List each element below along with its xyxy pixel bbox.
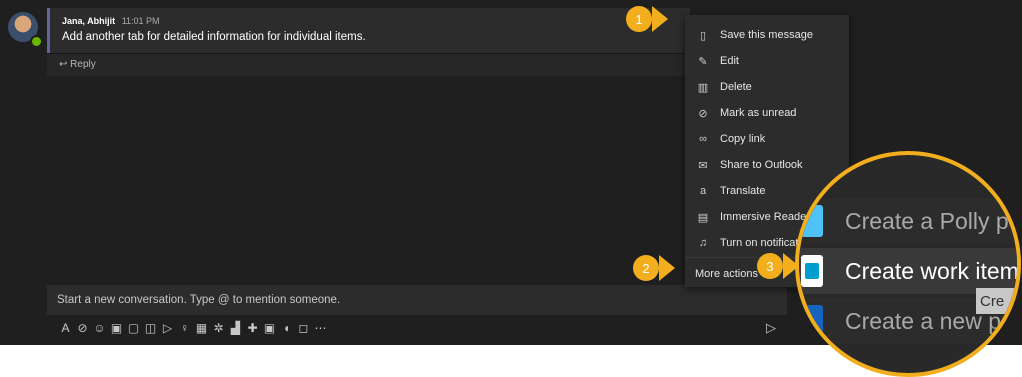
- callout-1: 1: [626, 6, 652, 32]
- compose-input[interactable]: Start a new conversation. Type @ to ment…: [57, 294, 340, 306]
- chat-message[interactable]: Jana, Abhijit 11:01 PM Add another tab f…: [47, 8, 690, 53]
- azure-boards-icon: [801, 255, 823, 287]
- app-icon-6[interactable]: ◻: [295, 318, 312, 338]
- menu-item-mark-unread[interactable]: ⊘ Mark as unread: [685, 100, 849, 126]
- reply-button[interactable]: ↩ Reply: [59, 59, 96, 70]
- app-icon-3[interactable]: ✚: [244, 318, 261, 338]
- tooltip: Cre: [976, 288, 1016, 314]
- gif-icon[interactable]: ▣: [108, 318, 125, 338]
- pencil-icon: ✎: [698, 55, 708, 68]
- menu-item-save[interactable]: ▯ Save this message: [685, 22, 849, 48]
- message-text: Add another tab for detailed information…: [62, 31, 366, 43]
- menu-item-label: Mark as unread: [720, 107, 797, 119]
- compose-box[interactable]: Start a new conversation. Type @ to ment…: [47, 285, 787, 315]
- send-icon[interactable]: ▷: [766, 320, 776, 336]
- app-icon-2[interactable]: ✲: [210, 318, 227, 338]
- zoom-item-polly[interactable]: Create a Polly poll: [799, 198, 1021, 244]
- menu-item-label: Translate: [720, 185, 766, 197]
- polly-app-icon: [801, 205, 823, 237]
- eye-slash-icon: ⊘: [698, 107, 708, 120]
- translate-icon: a: [699, 185, 707, 197]
- meet-now-icon[interactable]: ◫: [142, 318, 159, 338]
- sticker-icon[interactable]: ▢: [125, 318, 142, 338]
- app-icon-5[interactable]: ◖: [278, 318, 295, 338]
- bell-icon: ♫: [698, 237, 708, 249]
- mail-icon: ✉: [698, 159, 708, 172]
- menu-item-copy-link[interactable]: ∞ Copy link: [685, 126, 849, 152]
- menu-item-share-outlook[interactable]: ✉ Share to Outlook: [685, 152, 849, 178]
- reply-label: Reply: [70, 59, 96, 70]
- praise-icon[interactable]: ♀: [176, 318, 193, 338]
- emoji-icon[interactable]: ☺: [91, 318, 108, 338]
- app-icon-4[interactable]: ▣: [261, 318, 278, 338]
- menu-item-label: Save this message: [720, 29, 813, 41]
- callout-1-pointer: [652, 6, 668, 32]
- presence-available-icon: [30, 35, 43, 48]
- attach-icon[interactable]: ⊘: [74, 318, 91, 338]
- link-icon: ∞: [699, 133, 707, 145]
- format-icon[interactable]: A: [57, 318, 74, 338]
- menu-item-label: Edit: [720, 55, 739, 67]
- callout-3: 3: [757, 253, 783, 279]
- zoom-magnifier: Create a Polly poll Create work item Cre…: [795, 151, 1021, 377]
- message-author[interactable]: Jana, Abhijit: [62, 16, 115, 26]
- reply-bar[interactable]: ↩ Reply: [47, 53, 689, 76]
- menu-item-edit[interactable]: ✎ Edit: [685, 48, 849, 74]
- message-time: 11:01 PM: [121, 16, 160, 26]
- immersive-reader-icon: ▤: [697, 211, 709, 224]
- trash-icon: ▥: [697, 81, 709, 94]
- more-apps-icon[interactable]: ⋯: [312, 318, 329, 338]
- menu-item-label: Delete: [720, 81, 752, 93]
- stream-icon[interactable]: ▷: [159, 318, 176, 338]
- more-actions-label: More actions: [695, 268, 758, 280]
- post-app-icon: [801, 305, 823, 337]
- reply-arrow-icon: ↩: [59, 59, 68, 70]
- bookmark-icon: ▯: [699, 29, 707, 42]
- menu-item-label: Copy link: [720, 133, 766, 145]
- analytics-icon[interactable]: ▟: [227, 318, 244, 338]
- message-meta: Jana, Abhijit 11:01 PM: [62, 16, 160, 26]
- app-icon-1[interactable]: ▦: [193, 318, 210, 338]
- callout-2: 2: [633, 255, 659, 281]
- menu-item-label: Share to Outlook: [720, 159, 803, 171]
- zoom-item-label: Create work item: [845, 257, 1019, 284]
- menu-item-label: Immersive Reader: [720, 211, 810, 223]
- compose-toolbar: A ⊘ ☺ ▣ ▢ ◫ ▷ ♀ ▦ ✲ ▟ ✚ ▣ ◖ ◻ ⋯: [57, 318, 329, 338]
- callout-2-pointer: [659, 255, 675, 281]
- zoom-item-label: Create a Polly poll: [845, 207, 1021, 234]
- menu-item-delete[interactable]: ▥ Delete: [685, 74, 849, 100]
